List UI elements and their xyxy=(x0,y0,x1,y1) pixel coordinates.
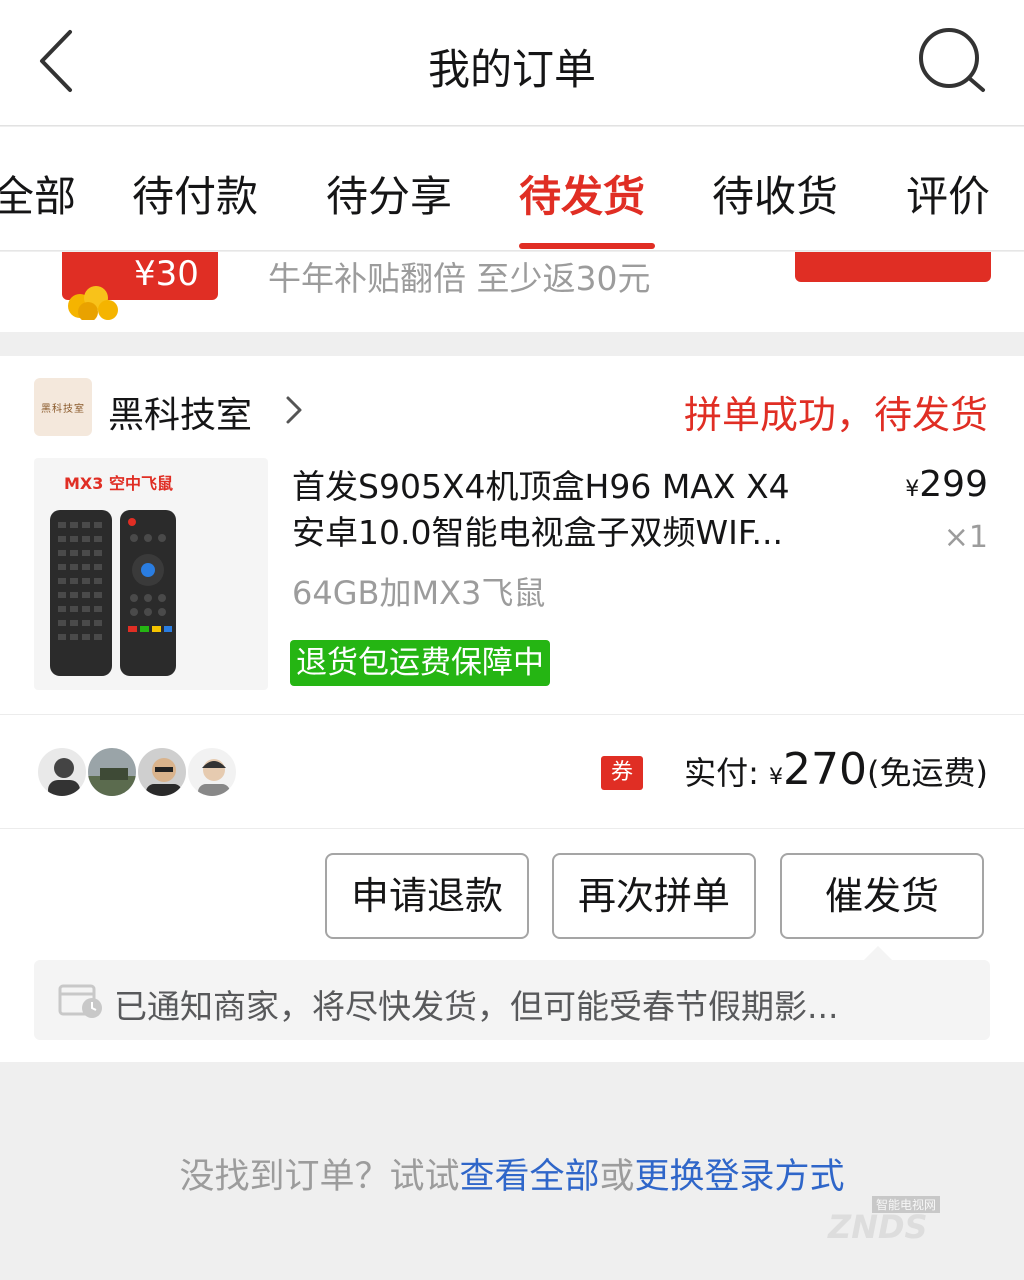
divider xyxy=(0,828,1024,829)
notice-clock-icon xyxy=(58,984,102,1018)
tab-all[interactable]: 全部 xyxy=(0,163,76,224)
switch-login-link[interactable]: 更换登录方式 xyxy=(635,1157,845,1197)
watermark-logo: 智能电视网 ZNDS xyxy=(820,1196,990,1246)
price-value: 299 xyxy=(919,464,988,505)
subsidy-banner[interactable]: ¥30 牛年补贴翻倍 至少返30元 xyxy=(0,252,1024,332)
shipping-note: (免运费) xyxy=(867,754,988,792)
product-price: ¥299 xyxy=(905,464,988,505)
store-logo-text: 黑科技室 xyxy=(41,403,85,415)
product-title-line-1: 首发S905X4机顶盒H96 MAX X4 xyxy=(292,467,790,506)
currency-symbol: ¥ xyxy=(905,477,920,502)
header-bar: 我的订单 xyxy=(0,0,1024,126)
avatar xyxy=(86,746,138,798)
tab-pending-shipment[interactable]: 待发货 xyxy=(519,163,645,224)
coupon-icon: 券 xyxy=(601,756,643,790)
watermark-main-text: ZNDS xyxy=(828,1208,928,1246)
tab-review[interactable]: 评价 xyxy=(906,163,990,224)
paid-amount: 实付: ¥270(免运费) xyxy=(684,744,988,795)
hint-prefix: 没找到订单？试试 xyxy=(179,1157,460,1197)
request-refund-button[interactable]: 申请退款 xyxy=(325,853,529,939)
red-packet-icon: ¥30 xyxy=(62,252,222,322)
order-status: 拼单成功，待发货 xyxy=(683,393,988,437)
product-title[interactable]: 首发S905X4机顶盒H96 MAX X4 安卓10.0智能电视盒子双频WIF.… xyxy=(292,464,872,556)
search-icon xyxy=(919,28,985,92)
tab-pending-receipt[interactable]: 待收货 xyxy=(712,163,838,224)
banner-action-button[interactable] xyxy=(795,252,991,282)
store-logo[interactable]: 黑科技室 xyxy=(34,378,92,436)
notice-pointer xyxy=(864,946,892,960)
tab-pending-share[interactable]: 待分享 xyxy=(326,163,452,224)
notice-text: 已通知商家，将尽快发货，但可能受春节假期影... xyxy=(114,987,839,1026)
regroup-order-button[interactable]: 再次拼单 xyxy=(552,853,756,939)
no-order-hint: 没找到订单？试试查看全部或更换登录方式 xyxy=(0,1148,1024,1199)
active-tab-indicator xyxy=(519,243,655,249)
avatar xyxy=(36,746,88,798)
red-packet-amount: ¥30 xyxy=(134,254,199,294)
product-thumbnail[interactable]: MX3 空中飞鼠 xyxy=(34,458,268,690)
paid-label: 实付: xyxy=(684,754,759,792)
avatar xyxy=(186,746,238,798)
chevron-right-icon[interactable] xyxy=(282,392,306,428)
store-name[interactable]: 黑科技室 xyxy=(108,386,252,438)
product-quantity: ×1 xyxy=(943,520,988,555)
divider xyxy=(0,714,1024,715)
product-spec: 64GB加MX3飞鼠 xyxy=(292,574,546,612)
urge-shipment-button[interactable]: 催发货 xyxy=(780,853,984,939)
product-title-line-2: 安卓10.0智能电视盒子双频WIF... xyxy=(292,513,783,552)
page-title: 我的订单 xyxy=(427,45,596,94)
order-tabs: 全部 待付款 待分享 待发货 待收货 评价 xyxy=(0,127,1024,251)
banner-text: 牛年补贴翻倍 至少返30元 xyxy=(268,259,651,298)
avatar xyxy=(136,746,188,798)
remote-control-image xyxy=(50,510,176,676)
paid-currency-symbol: ¥ xyxy=(769,765,784,790)
hint-middle: 或 xyxy=(599,1157,635,1197)
search-button[interactable] xyxy=(915,26,995,98)
paid-value: 270 xyxy=(783,744,868,795)
view-all-link[interactable]: 查看全部 xyxy=(459,1157,599,1197)
shipment-notice[interactable]: 已通知商家，将尽快发货，但可能受春节假期影... xyxy=(34,960,990,1040)
return-shipping-badge: 退货包运费保障中 xyxy=(290,640,550,686)
tab-pending-payment[interactable]: 待付款 xyxy=(132,163,258,224)
order-card: 黑科技室 黑科技室 拼单成功，待发货 MX3 空中飞鼠 首发S905X4机顶盒H… xyxy=(0,356,1024,1062)
